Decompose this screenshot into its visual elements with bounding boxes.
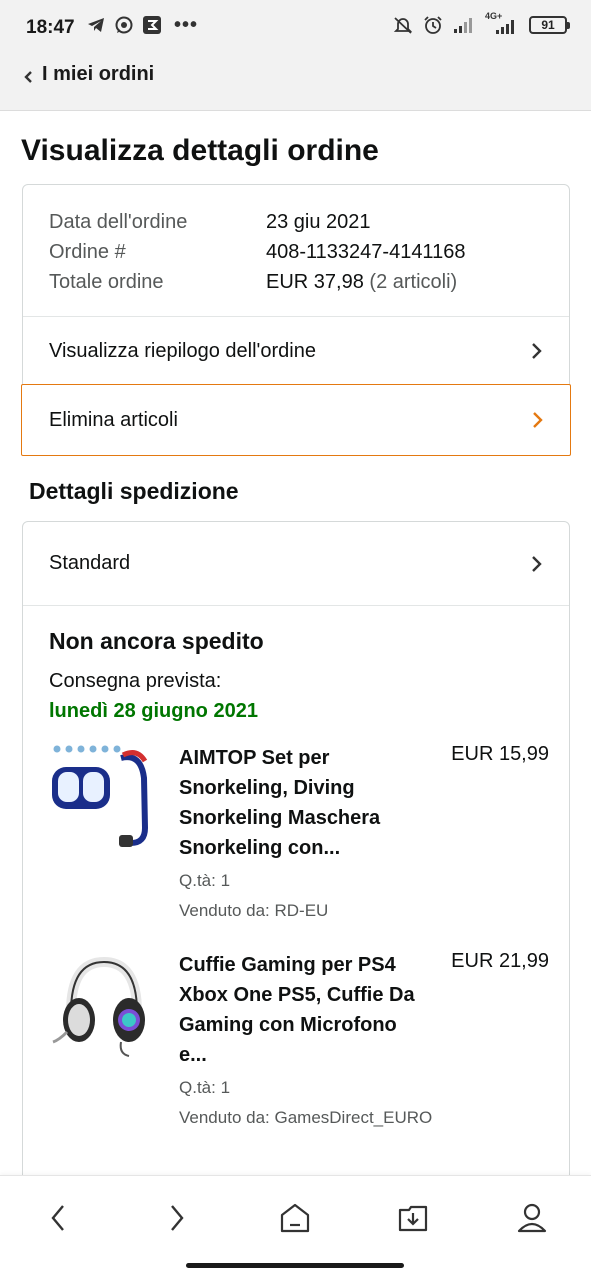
order-number-value: 408-1133247-4141168	[266, 240, 466, 263]
system-home-indicator[interactable]	[186, 1263, 404, 1268]
telegram-icon	[88, 18, 104, 32]
status-time: 18:47	[26, 17, 75, 38]
status-system-icons: 4G+ 91	[393, 11, 570, 35]
expected-delivery-label: Consegna prevista:	[49, 670, 222, 692]
product-price: EUR 21,99	[451, 950, 549, 972]
product-price: EUR 15,99	[451, 743, 549, 765]
back-link-my-orders[interactable]: I miei ordini	[42, 63, 154, 86]
product-seller: Venduto da: RD-EU	[179, 901, 329, 920]
download-folder-icon	[398, 1205, 428, 1232]
home-button[interactable]	[275, 1198, 315, 1238]
view-order-summary-link[interactable]: Visualizza riepilogo dell'ordine	[23, 316, 569, 385]
view-order-summary-label: Visualizza riepilogo dell'ordine	[49, 339, 316, 362]
downloads-button[interactable]	[393, 1198, 433, 1238]
product-quantity: Q.tà: 1	[179, 1078, 231, 1097]
back-button[interactable]	[38, 1198, 78, 1238]
product-title-link[interactable]: Cuffie Gaming per PS4 Xbox One PS5, Cuff…	[179, 950, 419, 1070]
order-info: Data dell'ordine 23 giu 2021 Ordine # 40…	[49, 207, 549, 297]
order-number-label: Ordine #	[49, 240, 126, 263]
order-date-label: Data dell'ordine	[49, 210, 188, 233]
chevron-right-icon	[532, 343, 542, 359]
page-title: Visualizza dettagli ordine	[21, 134, 379, 167]
expected-delivery-date: lunedì 28 giugno 2021	[49, 700, 258, 722]
gaming-headset-product-image[interactable]	[49, 950, 159, 1060]
chevron-left-icon	[51, 1205, 64, 1231]
delete-items-label: Elimina articoli	[49, 408, 178, 431]
product-quantity: Q.tà: 1	[179, 871, 231, 890]
network-4g-indicator: 4G+	[485, 11, 519, 35]
signal-icon	[496, 20, 514, 34]
status-app-icons	[86, 15, 162, 35]
product-title-link[interactable]: AIMTOP Set per Snorkeling, Diving Snorke…	[179, 743, 419, 863]
order-number-row: Ordine # 408-1133247-4141168	[49, 237, 549, 267]
shipping-method-label: Standard	[49, 552, 131, 574]
shipping-section-title: Dettagli spedizione	[29, 478, 239, 504]
app-icon	[143, 16, 161, 34]
order-date-value: 23 giu 2021	[266, 210, 371, 233]
order-date-row: Data dell'ordine 23 giu 2021	[49, 207, 549, 237]
back-navigation-bar[interactable]: I miei ordini	[0, 54, 591, 111]
chevron-right-icon	[171, 1205, 184, 1231]
mute-notifications-icon	[393, 17, 413, 34]
order-total-label: Totale ordine	[49, 270, 164, 293]
forward-button[interactable]	[157, 1198, 197, 1238]
home-icon	[280, 1203, 310, 1233]
user-profile-icon	[517, 1203, 547, 1233]
profile-button[interactable]	[512, 1198, 552, 1238]
shipping-card: Standard Non ancora spedito Consegna pre…	[22, 521, 570, 1201]
shipping-method-link[interactable]: Standard	[23, 522, 569, 606]
alarm-icon	[424, 16, 442, 34]
chevron-right-icon	[533, 412, 543, 428]
chevron-right-icon	[532, 555, 542, 572]
order-total-row: Totale ordine EUR 37,98 (2 articoli)	[49, 267, 549, 297]
order-item-count: (2 articoli)	[369, 270, 458, 293]
whatsapp-icon	[115, 16, 133, 34]
chevron-left-icon	[22, 66, 34, 94]
order-total-value: EUR 37,98	[266, 270, 364, 293]
shipment-status: Non ancora spedito	[49, 628, 264, 654]
snorkel-mask-product-image[interactable]	[49, 743, 159, 853]
product-seller: Venduto da: GamesDirect_EURO	[179, 1108, 433, 1127]
order-total-wrapper: EUR 37,98 (2 articoli)	[266, 271, 457, 294]
status-bar: 18:47 ••• 4G+ 91	[0, 0, 591, 54]
delete-items-link[interactable]: Elimina articoli	[21, 384, 571, 456]
signal-icon	[454, 18, 472, 33]
battery-indicator: 91	[529, 16, 570, 34]
order-summary-card: Data dell'ordine 23 giu 2021 Ordine # 40…	[21, 184, 571, 456]
more-notifications-icon: •••	[174, 14, 199, 36]
